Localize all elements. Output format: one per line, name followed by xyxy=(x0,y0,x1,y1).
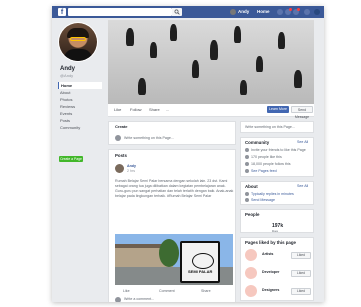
search-icon xyxy=(174,9,180,15)
profile-link[interactable]: Andy xyxy=(238,8,249,16)
about-see-all[interactable]: See All xyxy=(297,184,308,189)
people-card: People 197k likes xyxy=(240,209,314,233)
messages-icon[interactable] xyxy=(285,8,292,15)
posts-header: Posts xyxy=(115,153,127,158)
help-icon[interactable] xyxy=(304,9,310,15)
send-message-button[interactable]: Send Message xyxy=(291,106,313,119)
nav-posts[interactable]: Posts xyxy=(58,117,102,124)
liked-page-name[interactable]: Developer xyxy=(262,270,279,275)
post-time[interactable]: 2 hrs xyxy=(127,169,135,174)
cover-person xyxy=(126,28,134,46)
page-info-text: Write something on this Page... xyxy=(245,125,295,129)
user-avatar-small[interactable] xyxy=(230,9,236,15)
community-see-all[interactable]: See All xyxy=(297,140,308,145)
nav-home[interactable]: Home xyxy=(58,82,102,89)
post-author[interactable]: Andy xyxy=(127,164,136,169)
composer-avatar xyxy=(115,135,121,141)
comment-input[interactable]: Write a comment... xyxy=(124,297,154,302)
people-header: People xyxy=(245,212,260,217)
liked-page-name[interactable]: Designers xyxy=(262,288,279,293)
comment-avatar xyxy=(115,297,121,302)
follow-button[interactable]: Follow xyxy=(130,107,142,113)
cover-photo[interactable] xyxy=(108,20,314,104)
liked-pages-header: Pages liked by this page xyxy=(245,240,296,245)
create-page-button[interactable]: Create a Page xyxy=(59,156,83,162)
page-avatar-designers[interactable] xyxy=(245,285,257,297)
page-info-card: Write something on this Page... xyxy=(240,121,314,133)
post-author-avatar[interactable] xyxy=(115,164,124,173)
dropdown-icon[interactable] xyxy=(314,9,320,15)
profile-photo xyxy=(59,23,97,61)
community-item: 18,000 people follow this xyxy=(251,162,291,166)
post-text-line: Guru-guru pun sangat perhatian dan telah… xyxy=(115,189,234,193)
learn-more-button[interactable]: Learn More xyxy=(267,106,289,113)
school-sign: SEMI PALAR xyxy=(180,241,220,283)
page-avatar-artists[interactable] xyxy=(245,249,257,261)
share-button[interactable]: Share xyxy=(149,107,160,113)
page-name: Andy xyxy=(60,66,75,72)
post-photo[interactable]: SEMI PALAR xyxy=(115,234,233,285)
search-button[interactable] xyxy=(172,8,182,16)
notifications-icon[interactable] xyxy=(293,8,300,15)
liked-pages-card: Pages liked by this page Artists Liked D… xyxy=(240,237,314,301)
community-item[interactable]: Invite your friends to like this Page xyxy=(251,148,306,153)
create-post-card: Create Write something on this Page... xyxy=(108,121,236,145)
liked-page-name[interactable]: Artists xyxy=(262,252,273,257)
screenshot-frame: f Andy Home Andy @Andy Home About Photos… xyxy=(0,0,361,307)
page-action-bar: Like Follow Share ... Learn More Send Me… xyxy=(108,104,314,119)
home-link[interactable]: Home xyxy=(257,8,270,16)
liked-page-button[interactable]: Liked xyxy=(291,252,311,259)
facebook-logo[interactable]: f xyxy=(58,8,66,16)
liked-page-button[interactable]: Liked xyxy=(291,288,311,295)
post-comment-button[interactable]: Comment xyxy=(159,289,175,294)
community-item: 170 people like this xyxy=(251,155,282,159)
nav-events[interactable]: Events xyxy=(58,110,102,117)
left-navigation: Home About Photos Reviews Events Posts C… xyxy=(58,82,102,131)
profile-picture[interactable] xyxy=(58,22,98,62)
create-post-title: Create xyxy=(115,124,128,129)
like-button[interactable]: Like xyxy=(114,107,121,113)
invite-icon xyxy=(245,148,249,152)
post-text-line: sebagai orang tua juga dilibatkan dalam … xyxy=(115,184,226,188)
post-text-line: belajar pada lingkungan terbaik. #Rumah … xyxy=(115,194,212,198)
follow-icon xyxy=(245,162,249,166)
community-card: Community See All Invite your friends to… xyxy=(240,137,314,177)
community-header: Community xyxy=(245,140,270,145)
facebook-page-screenshot: f Andy Home Andy @Andy Home About Photos… xyxy=(52,6,324,302)
message-icon xyxy=(245,192,249,196)
nav-photos[interactable]: Photos xyxy=(58,96,102,103)
feed-icon xyxy=(245,169,249,173)
nav-community[interactable]: Community xyxy=(58,124,102,131)
search-input[interactable] xyxy=(68,8,172,16)
post-share-button[interactable]: Share xyxy=(201,289,211,294)
nav-about[interactable]: About xyxy=(58,89,102,96)
page-handle: @Andy xyxy=(60,73,74,78)
friends-icon[interactable] xyxy=(277,9,283,15)
post-like-button[interactable]: Like xyxy=(123,289,130,294)
like-icon xyxy=(245,155,249,159)
about-card: About See All Typically replies in minut… xyxy=(240,181,314,205)
composer-input[interactable]: Write something on this Page... xyxy=(124,136,174,141)
top-navigation-bar: f Andy Home xyxy=(52,6,324,18)
chat-icon xyxy=(245,198,249,202)
nav-reviews[interactable]: Reviews xyxy=(58,103,102,110)
about-item[interactable]: Send Message xyxy=(251,198,275,203)
post-text-line: Rumah Belajar Semi Palar bersama dengan … xyxy=(115,179,228,183)
about-header: About xyxy=(245,184,258,189)
people-label: likes xyxy=(272,229,279,233)
post-card: Posts Andy 2 hrs Rumah Belajar Semi Pala… xyxy=(108,149,236,302)
page-avatar-developer[interactable] xyxy=(245,267,257,279)
community-item[interactable]: See Pages feed xyxy=(251,169,277,174)
liked-page-button[interactable]: Liked xyxy=(291,270,311,277)
about-item: Typically replies in minutes xyxy=(251,192,294,196)
sign-text: SEMI PALAR xyxy=(188,269,213,274)
more-button[interactable]: ... xyxy=(166,107,169,113)
